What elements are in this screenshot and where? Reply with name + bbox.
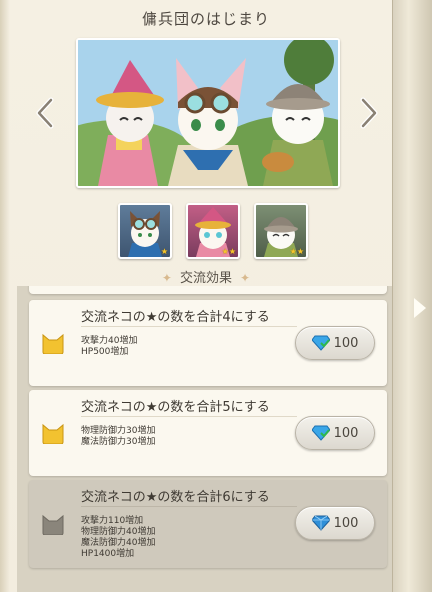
effect-list: 物理防御力30増加 魔法防御力30増加: [81, 426, 155, 448]
divider: [81, 416, 297, 417]
effect-text: 魔法防御力30増加: [81, 437, 156, 447]
reward-button-locked[interactable]: 100: [295, 506, 375, 540]
list-item: 交流ネコの★の数を合計5にする 物理防御力30増加 魔法防御力30増加 100: [29, 390, 387, 476]
gem-check-icon: [311, 335, 330, 351]
page-tab-marker: [414, 298, 426, 318]
effect-text: 攻撃力110増加: [81, 516, 144, 526]
effect-text: 魔法防御力40増加: [81, 538, 156, 548]
portrait-goggle-cat[interactable]: ★: [118, 203, 172, 259]
effect-text: 物理防御力40増加: [81, 527, 156, 537]
effect-text: 攻撃力40増加: [81, 336, 138, 346]
reward-amount: 100: [333, 515, 359, 531]
gem-check-icon: [311, 425, 330, 441]
gem-icon: [311, 515, 330, 531]
star-rating: ★: [160, 247, 168, 256]
portrait-helmet-cat[interactable]: ★★: [254, 203, 308, 259]
star-rating: ★★: [221, 247, 236, 256]
effects-list[interactable]: 交流ネコの★の数を合計4にする 攻撃力40増加 HP500増加 100 交流ネコ…: [17, 286, 399, 592]
story-illustration: [76, 38, 340, 188]
effect-text: 物理防御力30増加: [81, 426, 156, 436]
reward-amount: 100: [333, 335, 359, 351]
page-title: 傭兵団のはじまり: [141, 10, 270, 28]
divider: [81, 506, 297, 507]
effect-text: HP1400増加: [81, 549, 135, 559]
list-item-locked: 交流ネコの★の数を合計6にする 攻撃力110増加 物理防御力40増加 魔法防御力…: [29, 480, 387, 568]
condition-title: 交流ネコの★の数を合計5にする: [81, 400, 270, 415]
effect-list: 攻撃力40増加 HP500増加: [81, 336, 137, 358]
reward-amount: 100: [333, 425, 359, 441]
condition-title: 交流ネコの★の数を合計4にする: [81, 310, 270, 325]
sparkle-icon: ✦: [240, 271, 251, 285]
next-arrow-button[interactable]: [356, 96, 382, 130]
effect-list: 攻撃力110増加 物理防御力40増加 魔法防御力40増加 HP1400増加: [81, 516, 155, 560]
portrait-pink-hat-cat[interactable]: ★★: [186, 203, 240, 259]
book-page-edge: [392, 0, 432, 592]
chevron-left-icon: [36, 97, 54, 129]
cats-illustration-icon: [78, 40, 338, 186]
cat-head-icon: [29, 480, 77, 568]
prev-arrow-button[interactable]: [32, 96, 58, 130]
list-item: 交流ネコの★の数を合計4にする 攻撃力40増加 HP500増加 100: [29, 300, 387, 386]
claim-reward-button[interactable]: 100: [295, 416, 375, 450]
condition-title: 交流ネコの★の数を合計6にする: [81, 490, 270, 505]
cat-head-icon: [29, 300, 77, 386]
chevron-right-icon: [360, 97, 378, 129]
cat-head-icon: [29, 390, 77, 476]
star-rating: ★★: [289, 247, 304, 256]
cat-portrait-row: ★ ★★ ★★: [118, 203, 308, 259]
section-label-text: 交流効果: [179, 271, 232, 286]
list-item-partial: [29, 286, 387, 294]
exchange-effects-heading: ✦ 交流効果 ✦: [0, 267, 412, 286]
book-page: 傭兵団のはじまり ★ ★★ ★★ ✦ 交流効果 ✦ 交流ネコの★の数を合計4にす…: [0, 0, 412, 592]
divider: [81, 326, 297, 327]
effect-text: HP500増加: [81, 347, 129, 357]
claim-reward-button[interactable]: 100: [295, 326, 375, 360]
sparkle-icon: ✦: [161, 271, 172, 285]
